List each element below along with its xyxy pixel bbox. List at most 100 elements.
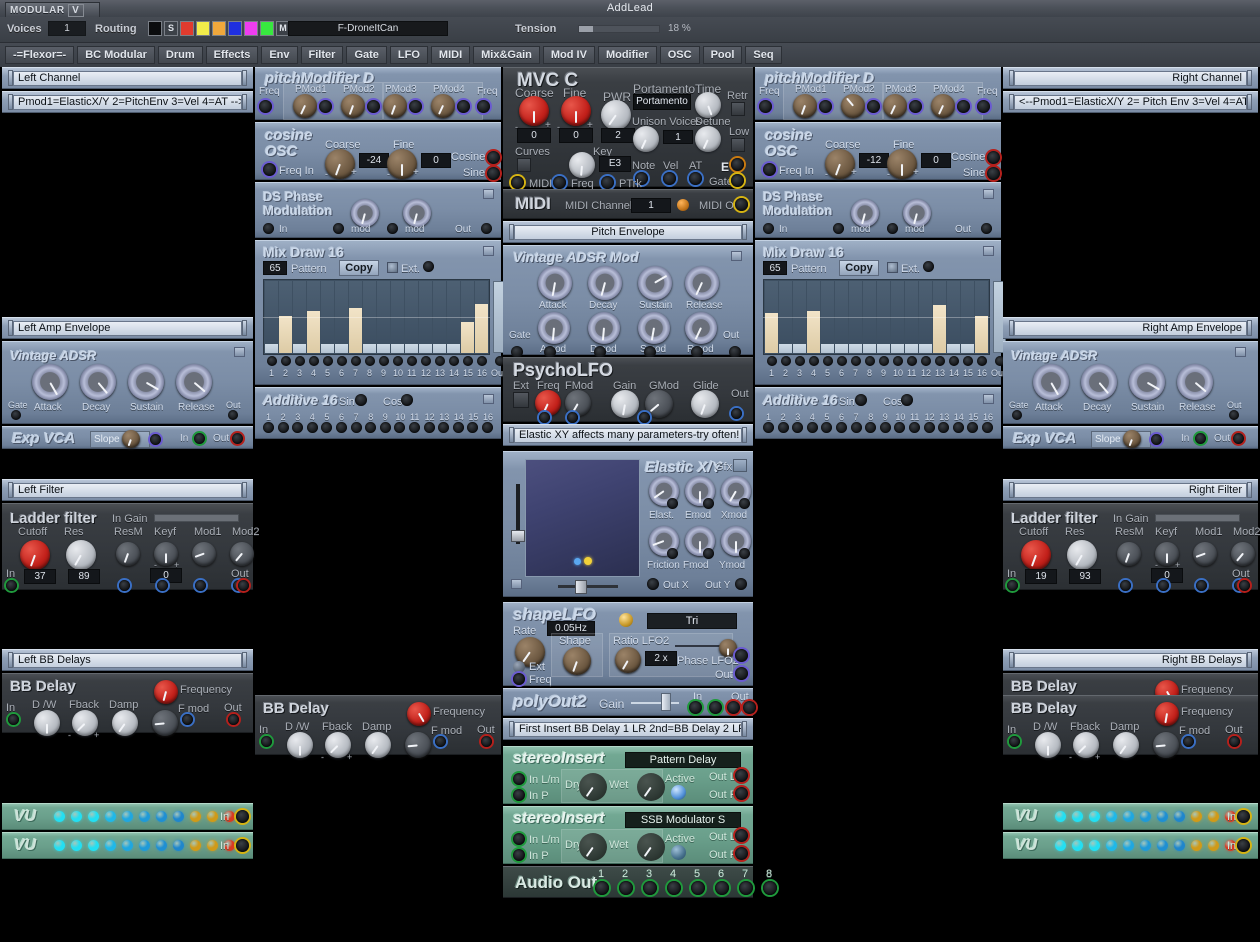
jack-step-13[interactable] [435,356,445,366]
knob-mod1[interactable] [351,199,379,227]
knob-pmod2[interactable] [841,94,865,118]
jack-out-r[interactable] [735,787,748,800]
jack-pmod4[interactable] [457,100,470,113]
jack-step-6[interactable] [336,422,347,433]
knob-mod2[interactable] [903,199,931,227]
knob-glide[interactable] [691,390,719,418]
jack-out-2[interactable] [735,667,748,680]
jack-step-14[interactable] [452,422,464,433]
gain-slider[interactable] [631,702,679,704]
save-icon[interactable] [983,189,994,199]
elastic-h-handle[interactable] [575,580,587,594]
jack-gain[interactable] [639,412,650,423]
in-gain-slider[interactable] [154,514,239,522]
jack-in[interactable] [236,810,249,823]
knob-dry[interactable] [579,833,607,861]
knob-time[interactable] [695,92,721,118]
jack-step-12[interactable] [421,356,431,366]
knob-key[interactable] [569,152,595,178]
jack-out-y[interactable] [735,578,747,590]
jack-vel[interactable] [663,172,676,185]
pitch-envelope-label[interactable]: Pitch Envelope [514,224,742,240]
right-amp-env-label[interactable]: Right Amp Envelope [1014,320,1247,336]
jack-step-16[interactable] [477,356,487,366]
routing-swatch-yellow[interactable] [196,21,210,36]
left-bbdelay-label[interactable]: Left BB Delays [13,652,242,668]
right-bbdelay-label[interactable]: Right BB Delays [1014,652,1247,668]
jack-out[interactable] [481,223,492,234]
jack-pmod1[interactable] [319,100,332,113]
insert-note-strip[interactable]: First Insert BB Delay 1 LR 2nd=BB Delay … [503,718,753,740]
jack-step-16[interactable] [482,422,493,433]
knob-frequency[interactable] [407,702,431,726]
knob-mod2[interactable] [1231,542,1255,566]
knob-frequency[interactable] [154,680,178,704]
knob-rmod[interactable] [685,312,717,344]
jack-pmod1[interactable] [819,100,832,113]
copy-button[interactable]: Copy [839,260,879,276]
jack-channel-7[interactable] [739,881,753,895]
jack-out[interactable] [228,714,239,725]
jack-step-5[interactable] [321,422,333,433]
knob-resm[interactable] [1117,542,1141,566]
jack-out[interactable] [981,223,992,234]
jack-freq[interactable] [539,412,550,423]
knob-ratio[interactable] [615,647,641,673]
knob-drywet[interactable] [1035,732,1061,758]
jack-pmod2[interactable] [867,100,880,113]
value-fine[interactable]: 0 [921,153,951,168]
tab-modifier[interactable]: Modifier [597,46,657,64]
right-note-label[interactable]: <--Pmod1=ElasticX/Y 2= Pitch Env 3=Vel 4… [1014,94,1247,110]
left-note-label[interactable]: Pmod1=ElasticX/Y 2=PitchEnv 3=Vel 4=AT -… [13,94,242,110]
jack-freq-left[interactable] [259,100,272,113]
right-amp-env-strip[interactable]: Right Amp Envelope [1003,317,1258,339]
jack-step-9[interactable] [379,356,389,366]
knob-cutoff[interactable] [1021,540,1051,570]
jack-in-lm[interactable] [513,833,525,845]
jack-pmod3[interactable] [909,100,922,113]
left-filter-strip[interactable]: Left Filter [2,479,253,501]
value-fine[interactable]: 0 [421,153,451,168]
jack-step-16[interactable] [977,356,987,366]
tab-filter[interactable]: Filter [300,46,344,64]
knob-unison[interactable] [633,126,659,152]
ext-button[interactable] [513,392,529,408]
jack-fmod[interactable] [703,548,714,559]
jack-ext[interactable] [923,261,934,272]
tension-slider[interactable] [578,25,660,33]
jack-step-12[interactable] [921,356,931,366]
jack-step-15[interactable] [467,422,479,433]
jack-channel-2[interactable] [619,881,633,895]
jack-elast[interactable] [667,498,678,509]
knob-release[interactable] [176,364,212,400]
knob-pmod3[interactable] [883,94,907,118]
tab-env[interactable]: Env [261,46,298,64]
tab-seq[interactable]: Seq [745,46,782,64]
jack-in-l[interactable] [689,701,702,714]
jack-xmod[interactable] [739,498,750,509]
save-icon[interactable] [731,251,742,261]
knob-res[interactable] [66,540,96,570]
knob-decay[interactable] [588,266,622,300]
jack-sin[interactable] [355,394,367,406]
elastic-xy-pad[interactable] [525,459,640,577]
curves-button[interactable] [517,158,531,172]
jack-out[interactable] [1239,580,1250,591]
jack-out-1[interactable] [735,649,748,662]
jack-channel-3[interactable] [643,881,657,895]
ext-toggle[interactable] [387,262,398,273]
jack-step-15[interactable] [967,422,979,433]
jack-channel-1[interactable] [595,881,609,895]
tab-drum[interactable]: Drum [157,46,203,64]
knob-attack[interactable] [538,266,572,300]
jack-in[interactable] [6,580,17,591]
jack-e[interactable] [731,158,744,171]
tab-midi[interactable]: MIDI [430,46,471,64]
left-amp-env-strip[interactable]: Left Amp Envelope [2,317,253,339]
jack-midi-out[interactable] [735,198,748,211]
save-icon[interactable] [234,347,245,357]
value-coarse[interactable]: 0 [517,128,551,143]
jack-step-16[interactable] [982,422,993,433]
left-amp-env-label[interactable]: Left Amp Envelope [13,320,242,336]
knob-damp[interactable] [365,732,391,758]
